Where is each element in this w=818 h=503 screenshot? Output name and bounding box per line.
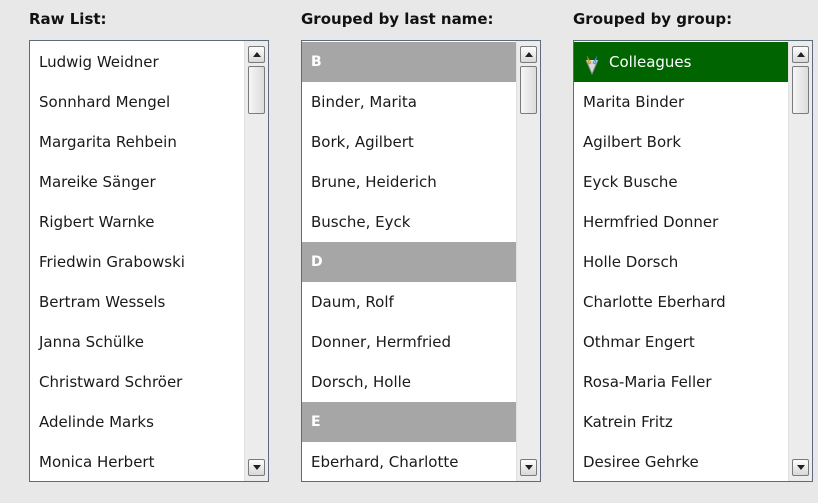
list-item[interactable]: Monica Herbert xyxy=(30,442,244,481)
list-item[interactable]: Desiree Gehrke xyxy=(574,442,788,481)
group-label: Colleagues xyxy=(609,53,692,71)
list-item[interactable]: Charlotte Eberhard xyxy=(574,282,788,322)
list-item[interactable]: Brune, Heiderich xyxy=(302,162,516,202)
grouped-last-name-scrollbar[interactable] xyxy=(516,41,540,481)
group-header[interactable]: D xyxy=(302,242,516,282)
scroll-thumb[interactable] xyxy=(792,66,809,114)
list-item[interactable]: Christward Schröer xyxy=(30,362,244,402)
scroll-up-button[interactable] xyxy=(248,46,265,63)
list-item[interactable]: Katrein Fritz xyxy=(574,402,788,442)
selected-group-header[interactable]: Colleagues xyxy=(574,42,788,82)
list-item[interactable]: Agilbert Bork xyxy=(574,122,788,162)
grouped-last-name-box[interactable]: B Binder, Marita Bork, Agilbert Brune, Heid… xyxy=(301,40,541,482)
list-item[interactable]: Bertram Wessels xyxy=(30,282,244,322)
list-item[interactable]: Marita Binder xyxy=(574,82,788,122)
group-header[interactable]: B xyxy=(302,42,516,82)
list-item[interactable]: Rigbert Warnke xyxy=(30,202,244,242)
scroll-up-button[interactable] xyxy=(520,46,537,63)
list-item[interactable]: Janna Schülke xyxy=(30,322,244,362)
grouped-group-title: Grouped by group: xyxy=(573,10,733,28)
raw-list-box[interactable]: Ludwig Weidner Sonnhard Mengel Margarita R… xyxy=(29,40,269,482)
list-item[interactable]: Busche, Eyck xyxy=(302,202,516,242)
grouped-group-box[interactable]: Colleagues Marita Binder Agilbert Bork Eyck… xyxy=(573,40,813,482)
list-item[interactable]: Hermfried Donner xyxy=(574,202,788,242)
list-item[interactable]: Sonnhard Mengel xyxy=(30,82,244,122)
list-item[interactable]: Daum, Rolf xyxy=(302,282,516,322)
grouped-last-name-items: B Binder, Marita Bork, Agilbert Brune, Heid… xyxy=(302,42,516,481)
list-item[interactable]: Mareike Sänger xyxy=(30,162,244,202)
raw-list-items: Ludwig Weidner Sonnhard Mengel Margarita R… xyxy=(30,42,244,481)
tag-icon xyxy=(583,51,601,76)
list-item[interactable]: Donner, Hermfried xyxy=(302,322,516,362)
list-item[interactable]: Binder, Marita xyxy=(302,82,516,122)
list-item[interactable]: Othmar Engert xyxy=(574,322,788,362)
list-item[interactable]: Ludwig Weidner xyxy=(30,42,244,82)
list-item[interactable]: Eyck Busche xyxy=(574,162,788,202)
scroll-down-button[interactable] xyxy=(520,459,537,476)
group-header[interactable]: E xyxy=(302,402,516,442)
list-item[interactable]: Bork, Agilbert xyxy=(302,122,516,162)
scroll-thumb[interactable] xyxy=(248,66,265,114)
list-item[interactable]: Friedwin Grabowski xyxy=(30,242,244,282)
scroll-up-button[interactable] xyxy=(792,46,809,63)
scroll-down-button[interactable] xyxy=(792,459,809,476)
scroll-thumb[interactable] xyxy=(520,66,537,114)
list-item[interactable]: Eberhard, Charlotte xyxy=(302,442,516,481)
list-item[interactable]: Margarita Rehbein xyxy=(30,122,244,162)
grouped-group-items: Colleagues Marita Binder Agilbert Bork Eyck… xyxy=(574,42,788,481)
list-item[interactable]: Rosa-Maria Feller xyxy=(574,362,788,402)
list-item[interactable]: Dorsch, Holle xyxy=(302,362,516,402)
raw-list-title: Raw List: xyxy=(29,10,107,28)
list-item[interactable]: Holle Dorsch xyxy=(574,242,788,282)
grouped-last-name-title: Grouped by last name: xyxy=(301,10,494,28)
raw-list-scrollbar[interactable] xyxy=(244,41,268,481)
scroll-down-button[interactable] xyxy=(248,459,265,476)
list-item[interactable]: Adelinde Marks xyxy=(30,402,244,442)
grouped-group-scrollbar[interactable] xyxy=(788,41,812,481)
